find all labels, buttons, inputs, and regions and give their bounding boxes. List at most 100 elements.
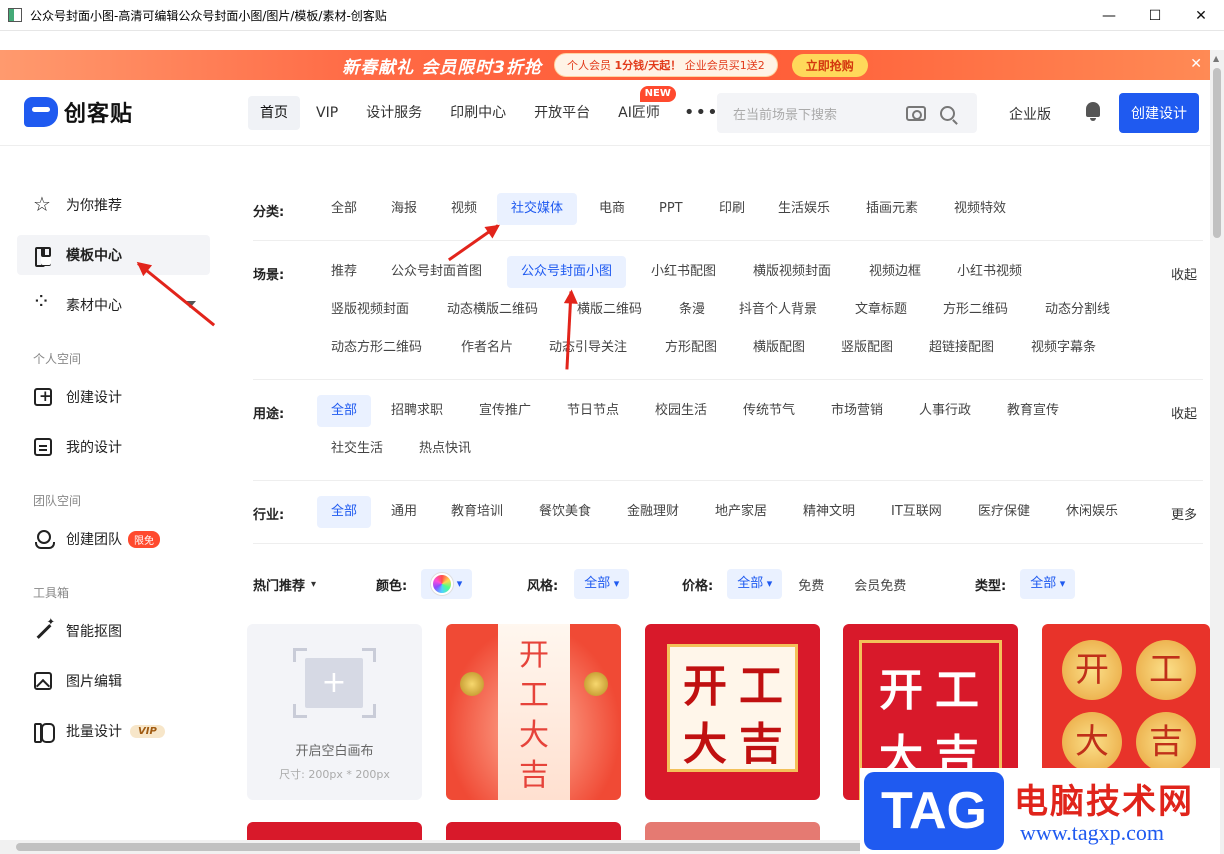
- logo[interactable]: 创客贴: [24, 96, 133, 128]
- usage-option[interactable]: 校园生活: [641, 395, 721, 427]
- industry-option[interactable]: 医疗保健: [964, 496, 1044, 528]
- industry-option[interactable]: 通用: [377, 496, 431, 528]
- industry-more-button[interactable]: 更多: [1171, 504, 1197, 523]
- sidebar-item-template-center[interactable]: 模板中心: [17, 235, 210, 275]
- hot-sort[interactable]: 热门推荐 ▾: [253, 568, 316, 600]
- scene-option[interactable]: 条漫: [665, 294, 719, 326]
- scene-option[interactable]: 小红书视频: [943, 256, 1036, 288]
- category-option[interactable]: 全部: [317, 193, 371, 225]
- scene-option[interactable]: 文章标题: [841, 294, 921, 326]
- scene-option[interactable]: 视频字幕条: [1017, 332, 1110, 364]
- usage-option[interactable]: 节日节点: [553, 395, 633, 427]
- scene-collapse-button[interactable]: 收起: [1171, 264, 1197, 283]
- category-option[interactable]: 视频: [437, 193, 491, 225]
- scene-option[interactable]: 方形配图: [651, 332, 731, 364]
- scene-option[interactable]: 公众号封面首图: [377, 256, 496, 288]
- nav-design-service[interactable]: 设计服务: [354, 96, 434, 130]
- scroll-up-icon[interactable]: ▲: [1213, 54, 1219, 63]
- nav-open-platform[interactable]: 开放平台: [522, 96, 602, 130]
- category-option-social[interactable]: 社交媒体: [497, 193, 578, 225]
- usage-option[interactable]: 市场营销: [817, 395, 897, 427]
- nav-vip[interactable]: VIP: [304, 96, 350, 130]
- scene-option[interactable]: 方形二维码: [929, 294, 1022, 326]
- scene-option[interactable]: 横版视频封面: [739, 256, 845, 288]
- industry-option[interactable]: 休闲娱乐: [1052, 496, 1132, 528]
- scene-option[interactable]: 动态引导关注: [535, 332, 641, 364]
- scene-option[interactable]: 小红书配图: [637, 256, 730, 288]
- template-card[interactable]: 开工大吉: [446, 624, 621, 800]
- scene-option[interactable]: 横版配图: [739, 332, 819, 364]
- template-card-partial[interactable]: [645, 822, 820, 840]
- category-option[interactable]: 海报: [377, 193, 431, 225]
- sidebar-item-material-center[interactable]: 素材中心: [17, 285, 210, 325]
- sidebar-item-create-team[interactable]: 创建团队 限免: [17, 519, 210, 559]
- category-option[interactable]: 生活娱乐: [764, 193, 844, 225]
- industry-option-all[interactable]: 全部: [317, 496, 372, 528]
- industry-option[interactable]: 地产家居: [701, 496, 781, 528]
- maximize-icon[interactable]: ☐: [1132, 0, 1178, 31]
- industry-option[interactable]: 教育培训: [437, 496, 517, 528]
- usage-option[interactable]: 宣传推广: [465, 395, 545, 427]
- search-input[interactable]: 在当前场景下搜索: [733, 104, 906, 123]
- usage-option[interactable]: 传统节气: [729, 395, 809, 427]
- style-dropdown[interactable]: 全部: [574, 569, 630, 599]
- banner-cta-button[interactable]: 立即抢购: [791, 53, 868, 77]
- camera-icon[interactable]: [906, 105, 926, 121]
- industry-option[interactable]: 金融理财: [613, 496, 693, 528]
- blank-canvas-card[interactable]: + 开启空白画布 尺寸: 200px * 200px: [247, 624, 422, 800]
- enterprise-link[interactable]: 企业版: [1009, 104, 1051, 124]
- color-dropdown[interactable]: [421, 569, 473, 599]
- category-option[interactable]: 插画元素: [852, 193, 932, 225]
- vertical-scrollbar[interactable]: ▲: [1210, 50, 1224, 840]
- scene-option[interactable]: 推荐: [317, 256, 371, 288]
- sidebar-item-batch-design[interactable]: 批量设计 VIP: [17, 711, 210, 751]
- industry-option[interactable]: 精神文明: [789, 496, 869, 528]
- sidebar-item-my-design[interactable]: 我的设计: [17, 427, 210, 467]
- promo-banner[interactable]: 新春献礼 会员限时3折抢 个人会员 1分钱/天起！ 企业会员买1送2 立即抢购 …: [0, 50, 1210, 80]
- industry-option[interactable]: 餐饮美食: [525, 496, 605, 528]
- scene-option[interactable]: 竖版视频封面: [317, 294, 423, 326]
- create-design-button[interactable]: 创建设计: [1119, 93, 1199, 133]
- usage-option-all[interactable]: 全部: [317, 395, 372, 427]
- scene-option[interactable]: 动态横版二维码: [433, 294, 552, 326]
- sidebar-item-create-design[interactable]: 创建设计: [17, 377, 210, 417]
- template-card-partial[interactable]: [446, 822, 621, 840]
- scrollbar-thumb[interactable]: [16, 843, 876, 851]
- category-option[interactable]: 视频特效: [940, 193, 1020, 225]
- scene-option[interactable]: 动态方形二维码: [317, 332, 436, 364]
- usage-option[interactable]: 社交生活: [317, 433, 397, 465]
- nav-print-center[interactable]: 印刷中心: [438, 96, 518, 130]
- price-option-member-free[interactable]: 会员免费: [854, 575, 906, 594]
- sidebar-item-cutout[interactable]: 智能抠图: [17, 611, 210, 651]
- scene-option[interactable]: 超链接配图: [915, 332, 1008, 364]
- usage-collapse-button[interactable]: 收起: [1171, 403, 1197, 422]
- scrollbar-thumb[interactable]: [1213, 68, 1221, 238]
- scene-option[interactable]: 抖音个人背景: [725, 294, 831, 326]
- nav-home[interactable]: 首页: [248, 96, 300, 130]
- usage-option[interactable]: 热点快讯: [405, 433, 485, 465]
- close-icon[interactable]: ✕: [1178, 0, 1224, 31]
- price-option-free[interactable]: 免费: [798, 575, 824, 594]
- sidebar-item-image-edit[interactable]: 图片编辑: [17, 661, 210, 701]
- minimize-icon[interactable]: —: [1086, 0, 1132, 31]
- industry-option[interactable]: IT互联网: [877, 496, 956, 528]
- scene-option[interactable]: 竖版配图: [827, 332, 907, 364]
- template-card-partial[interactable]: [247, 822, 422, 840]
- template-card[interactable]: 开 工 大 吉: [645, 624, 820, 800]
- sidebar-item-recommend[interactable]: 为你推荐: [17, 185, 210, 225]
- category-option[interactable]: 电商: [585, 193, 639, 225]
- scene-option[interactable]: 动态分割线: [1031, 294, 1124, 326]
- price-option-all[interactable]: 全部: [727, 569, 783, 599]
- usage-option[interactable]: 人事行政: [905, 395, 985, 427]
- usage-option[interactable]: 招聘求职: [377, 395, 457, 427]
- search-box[interactable]: 在当前场景下搜索: [717, 93, 977, 133]
- nav-ai[interactable]: AI匠师 NEW: [606, 86, 676, 130]
- type-dropdown[interactable]: 全部: [1020, 569, 1076, 599]
- scene-option-wechat-cover-small[interactable]: 公众号封面小图: [507, 256, 627, 288]
- search-icon[interactable]: [940, 105, 955, 121]
- usage-option[interactable]: 教育宣传: [993, 395, 1073, 427]
- category-option[interactable]: PPT: [645, 193, 697, 225]
- bell-icon[interactable]: [1084, 102, 1102, 122]
- scene-option[interactable]: 视频边框: [855, 256, 935, 288]
- category-option[interactable]: 印刷: [705, 193, 759, 225]
